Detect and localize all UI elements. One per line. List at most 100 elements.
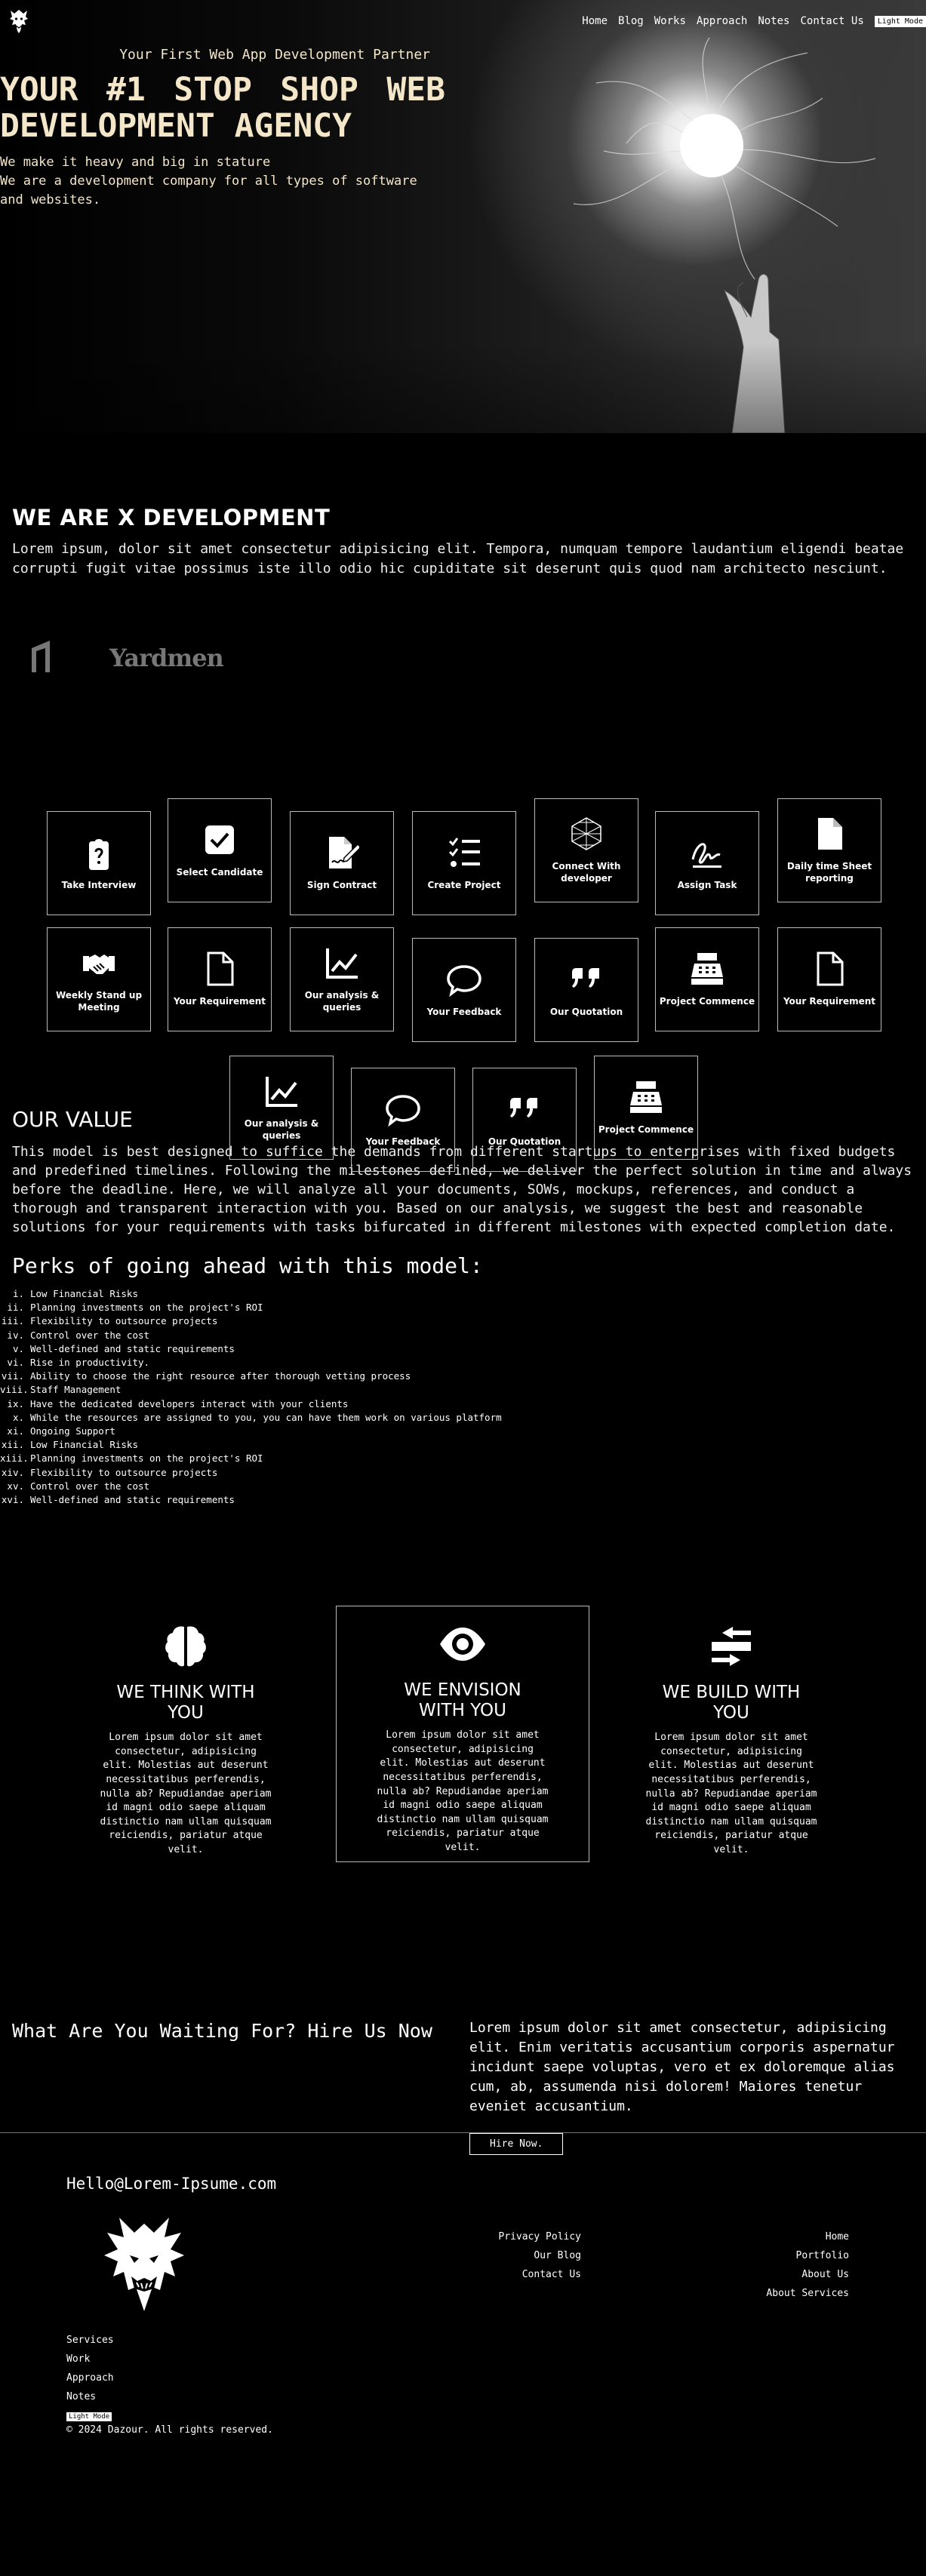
light-mode-toggle[interactable]: Light Mode [874, 15, 926, 27]
process-card-label: Our Quotation [549, 1007, 623, 1017]
partner-logos: Yardmen [0, 579, 926, 722]
signature-icon [691, 843, 721, 868]
footer-work-link[interactable]: Work [66, 2350, 114, 2369]
perk-item: v. Well-defined and static requirements [0, 1342, 914, 1356]
footer-approach-link[interactable]: Approach [66, 2369, 114, 2387]
nav-contact[interactable]: Contact Us [800, 15, 863, 27]
quote-icon [510, 1098, 537, 1117]
footer-mid-links: Privacy Policy Our Blog Contact Us [498, 2227, 581, 2284]
perks-list: i. Low Financial Risks ii. Planning investm… [0, 1287, 914, 1507]
hero-sub-line2: We are a development company for all typ… [0, 174, 417, 207]
clipboard-question-icon [89, 839, 109, 870]
file-signature-icon [329, 837, 359, 868]
footer-bottom-links: Services Work Approach Notes Light Mode [66, 2331, 114, 2425]
footer-notes-link[interactable]: Notes [66, 2387, 114, 2406]
process-card: Your Requirement [777, 927, 881, 1031]
process-card-label: Our Quotation [488, 1136, 561, 1147]
perk-text: Well-defined and static requirements [30, 1494, 235, 1506]
nav-notes[interactable]: Notes [758, 15, 789, 27]
nav-home[interactable]: Home [582, 15, 608, 27]
value-text: This model is best designed to suffice t… [12, 1144, 912, 1235]
process-card-label: Your Requirement [783, 996, 876, 1007]
perk-number: vii. [1, 1370, 24, 1382]
process-card-label: Assign Task [677, 880, 737, 890]
footer-email[interactable]: Hello@Lorem-Ipsume.com [66, 2175, 276, 2193]
build-arrows-icon [712, 1627, 751, 1667]
eye-icon [440, 1628, 485, 1661]
value-title: OUR VALUE [12, 1107, 133, 1132]
perk-number: i. [12, 1288, 24, 1299]
about-title: WE ARE X DEVELOPMENT [12, 505, 331, 530]
pillar-title: WE ENVISION WITH YOU [404, 1680, 521, 1721]
process-card: Select Candidate [168, 798, 272, 902]
chart-line-icon [326, 948, 358, 979]
value-section: OUR VALUE This model is best designed to… [0, 1107, 926, 1507]
footer-home-link[interactable]: Home [766, 2227, 849, 2246]
hire-cta-section: What Are You Waiting For? Hire Us Now Lo… [0, 1899, 926, 2156]
perk-text: Ongoing Support [30, 1425, 115, 1437]
perk-item: vii. Ability to choose the right resource… [0, 1369, 914, 1383]
process-grid: Take Interview Select Candidate Sign Contr… [0, 722, 926, 1172]
perk-text: Control over the cost [30, 1480, 150, 1492]
perk-text: Rise in productivity. [30, 1357, 150, 1369]
perk-item: xv. Control over the cost [0, 1480, 914, 1493]
process-card: Your Requirement [168, 927, 272, 1031]
nav-approach[interactable]: Approach [697, 15, 747, 27]
nav-blog[interactable]: Blog [618, 15, 644, 27]
perk-number: ix. [7, 1397, 24, 1409]
perk-number: vi. [7, 1357, 24, 1369]
process-card-label: Take Interview [61, 880, 137, 890]
brain-icon [165, 1626, 206, 1667]
pillar-envision: WE ENVISION WITH YOU Lorem ipsum dolor s… [336, 1606, 589, 1863]
process-card: Weekly Stand up Meeting [47, 927, 151, 1031]
process-card-label: Your Requirement [173, 996, 266, 1007]
dragon-mask-logo-icon [104, 2218, 184, 2312]
perk-number: xiii. [0, 1452, 29, 1465]
process-card: Our Quotation [534, 938, 638, 1042]
perk-number: xv. [7, 1480, 24, 1492]
process-card-label: Daily time Sheet reporting [786, 861, 872, 884]
perks-title: Perks of going ahead with this model: [12, 1253, 483, 1278]
hexagon-mesh-icon [571, 817, 601, 850]
file-outline-icon [207, 951, 234, 986]
perk-text: Flexibility to outsource projects [30, 1466, 218, 1478]
hero-text: Your First Web App Development Partner Y… [0, 47, 445, 210]
perk-number: xiv. [1, 1466, 24, 1478]
perk-number: viii. [0, 1384, 29, 1396]
process-card-label: Your Feedback [365, 1136, 441, 1147]
process-card-label: Weekly Stand up Meeting [55, 990, 143, 1013]
partner-logo-a-icon [32, 641, 50, 672]
about-section: WE ARE X DEVELOPMENT Lorem ipsum, dolor … [0, 433, 926, 579]
footer-privacy-link[interactable]: Privacy Policy [498, 2227, 581, 2246]
handshake-icon [83, 954, 115, 974]
pillar-text: Lorem ipsum dolor sit amet consectetur, … [100, 1732, 272, 1855]
pillars-section: WE THINK WITH YOU Lorem ipsum dolor sit … [0, 1507, 926, 1899]
process-card-label: Connect With developer [552, 861, 621, 884]
perk-item: x. While the resources are assigned to yo… [0, 1411, 914, 1425]
footer-about-services-link[interactable]: About Services [766, 2284, 849, 2303]
hero-tagline: Your First Web App Development Partner [119, 47, 430, 63]
footer-blog-link[interactable]: Our Blog [498, 2246, 581, 2265]
perk-item: i. Low Financial Risks [0, 1287, 914, 1301]
partner-logo-yardmen: Yardmen [109, 644, 224, 672]
quote-icon [572, 968, 599, 988]
nav-works[interactable]: Works [654, 15, 686, 27]
footer-about-link[interactable]: About Us [766, 2265, 849, 2284]
process-card: Your Feedback [351, 1068, 455, 1172]
footer-contact-link[interactable]: Contact Us [498, 2265, 581, 2284]
perk-number: iv. [7, 1329, 24, 1341]
footer-light-mode-toggle[interactable]: Light Mode [66, 2412, 112, 2422]
footer-portfolio-link[interactable]: Portfolio [766, 2246, 849, 2265]
perk-item: xi. Ongoing Support [0, 1425, 914, 1438]
perk-item: xiii. Planning investments on the project… [0, 1452, 914, 1465]
perk-text: Staff Management [30, 1384, 122, 1396]
perk-text: Have the dedicated developers interact w… [30, 1397, 349, 1409]
dragon-logo-icon[interactable] [8, 8, 30, 34]
footer: Hello@Lorem-Ipsume.com Privacy Policy Ou… [0, 2133, 926, 2491]
process-card: Our analysis & queries [290, 927, 394, 1031]
cta-title: What Are You Waiting For? Hire Us Now [12, 2020, 432, 2043]
pillar-text: Lorem ipsum dolor sit amet consectetur, … [377, 1729, 549, 1853]
footer-services-link[interactable]: Services [66, 2331, 114, 2350]
process-card: Project Commence [594, 1056, 698, 1160]
process-card-label: Project Commence [598, 1124, 694, 1135]
